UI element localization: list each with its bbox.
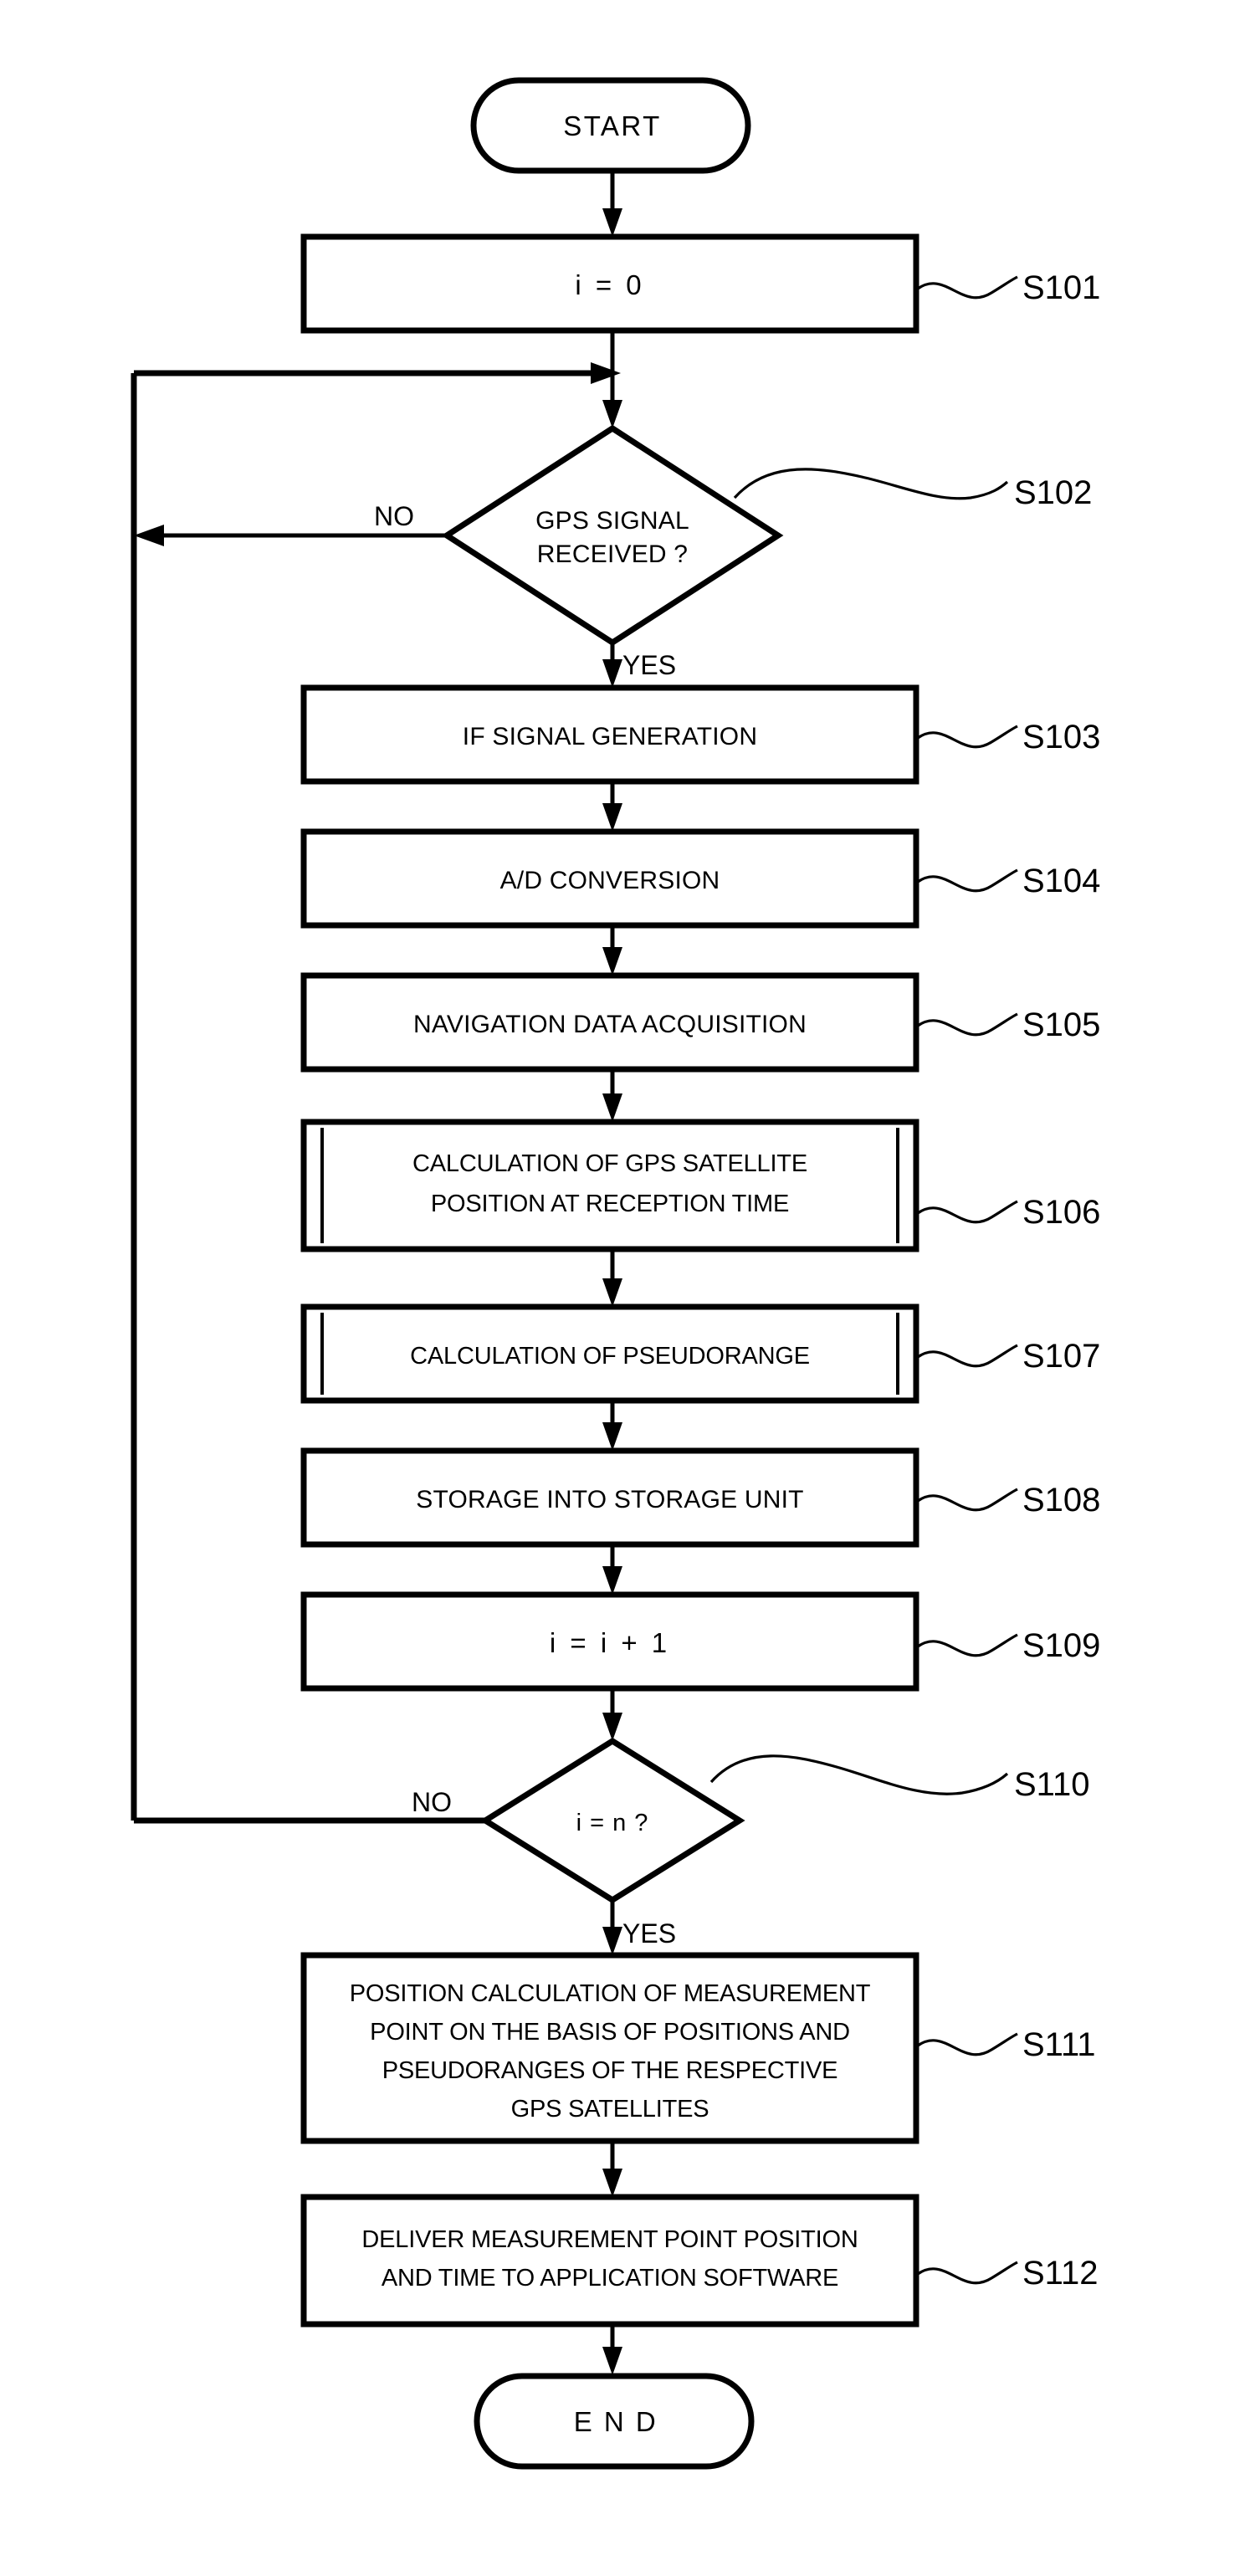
edge-s103-to-s104 bbox=[602, 781, 622, 832]
s104-step-label: S104 bbox=[1022, 863, 1100, 899]
edge-s108-to-s109 bbox=[602, 1544, 622, 1595]
s106-box-shape bbox=[300, 1119, 919, 1252]
flowchart-svg: START i = 0 S101 GPS SIGNAL RECEIVED ? S… bbox=[131, 77, 1100, 2470]
node-s103[interactable]: IF SIGNAL GENERATION bbox=[300, 684, 919, 785]
node-s109[interactable]: i = i + 1 bbox=[300, 1591, 919, 1692]
edge-s109-to-s110 bbox=[602, 1688, 622, 1741]
s111-step-label: S111 bbox=[1022, 2026, 1095, 2063]
leader-s106: S106 bbox=[917, 1194, 1100, 1231]
s111-label-line1: POSITION CALCULATION OF MEASUREMENT bbox=[350, 1980, 871, 2007]
s110-no-label: NO bbox=[412, 1787, 452, 1817]
node-s106[interactable]: CALCULATION OF GPS SATELLITE POSITION AT… bbox=[300, 1119, 919, 1252]
s111-label-line3: PSEUDORANGES OF THE RESPECTIVE bbox=[382, 2057, 838, 2084]
s112-box-shape bbox=[300, 2194, 919, 2328]
s107-step-label: S107 bbox=[1022, 1338, 1100, 1375]
s105-step-label: S105 bbox=[1022, 1006, 1100, 1043]
edge-s110-yes: YES bbox=[602, 1900, 676, 1955]
edge-s107-to-s108 bbox=[602, 1401, 622, 1451]
edge-s106-to-s107 bbox=[602, 1249, 622, 1307]
s110-yes-label: YES bbox=[622, 1918, 676, 1949]
s112-label-line2: AND TIME TO APPLICATION SOFTWARE bbox=[382, 2265, 838, 2292]
s102-label-line1: GPS SIGNAL bbox=[535, 507, 689, 535]
edge-start-to-s101 bbox=[602, 171, 622, 237]
edge-s102-yes: YES bbox=[602, 643, 676, 688]
node-end[interactable]: E N D bbox=[474, 2373, 755, 2470]
node-s110[interactable]: i = n ? bbox=[479, 1737, 745, 1904]
edge-s104-to-s105 bbox=[602, 925, 622, 976]
edge-s102-no: NO bbox=[134, 501, 447, 546]
s106-label-line1: CALCULATION OF GPS SATELLITE bbox=[412, 1150, 807, 1177]
s102-yes-label: YES bbox=[622, 650, 676, 680]
leader-s107: S107 bbox=[917, 1338, 1100, 1375]
s102-label-line2: RECEIVED ? bbox=[537, 540, 688, 568]
edge-s105-to-s106 bbox=[602, 1069, 622, 1122]
node-s112[interactable]: DELIVER MEASUREMENT POINT POSITION AND T… bbox=[300, 2194, 919, 2328]
node-s101[interactable]: i = 0 bbox=[300, 233, 919, 334]
node-start[interactable]: START bbox=[470, 77, 751, 174]
leader-s108: S108 bbox=[917, 1482, 1100, 1518]
leader-s102: S102 bbox=[733, 468, 1092, 511]
s103-step-label: S103 bbox=[1022, 719, 1100, 755]
s106-step-label: S106 bbox=[1022, 1194, 1100, 1231]
node-s104[interactable]: A/D CONVERSION bbox=[300, 828, 919, 929]
leader-s105: S105 bbox=[917, 1006, 1100, 1043]
start-terminal-label: START bbox=[563, 110, 662, 141]
node-s102[interactable]: GPS SIGNAL RECEIVED ? bbox=[441, 424, 784, 647]
s109-step-label: S109 bbox=[1022, 1627, 1100, 1664]
node-s105[interactable]: NAVIGATION DATA ACQUISITION bbox=[300, 972, 919, 1073]
s110-label: i = n ? bbox=[576, 1810, 649, 1836]
s102-step-label: S102 bbox=[1014, 474, 1092, 511]
node-s107[interactable]: CALCULATION OF PSEUDORANGE bbox=[300, 1303, 919, 1404]
s112-step-label: S112 bbox=[1022, 2255, 1098, 2292]
leader-s103: S103 bbox=[917, 719, 1100, 755]
s104-label: A/D CONVERSION bbox=[500, 867, 720, 894]
edge-s112-to-end bbox=[602, 2324, 622, 2375]
s102-no-arrowhead bbox=[134, 525, 164, 546]
s109-label: i = i + 1 bbox=[550, 1627, 670, 1658]
loop-return-arrowhead bbox=[591, 362, 621, 384]
leader-s109: S109 bbox=[917, 1627, 1100, 1664]
leader-s104: S104 bbox=[917, 863, 1100, 899]
leader-s112: S112 bbox=[917, 2255, 1098, 2292]
leader-s101: S101 bbox=[917, 269, 1100, 306]
s102-no-label: NO bbox=[374, 501, 414, 531]
edge-s110-no: NO bbox=[134, 1787, 485, 1824]
node-s108[interactable]: STORAGE INTO STORAGE UNIT bbox=[300, 1447, 919, 1548]
s101-step-label: S101 bbox=[1022, 269, 1100, 306]
s101-label: i = 0 bbox=[575, 269, 644, 300]
node-s111[interactable]: POSITION CALCULATION OF MEASUREMENT POIN… bbox=[300, 1952, 919, 2144]
s111-label-line2: POINT ON THE BASIS OF POSITIONS AND bbox=[370, 2019, 850, 2046]
edge-s101-to-s102 bbox=[602, 330, 622, 428]
s103-label: IF SIGNAL GENERATION bbox=[463, 723, 757, 750]
flowchart-canvas: START i = 0 S101 GPS SIGNAL RECEIVED ? S… bbox=[0, 0, 1260, 2576]
s108-step-label: S108 bbox=[1022, 1482, 1100, 1518]
leader-s110: S110 bbox=[709, 1754, 1089, 1803]
s110-step-label: S110 bbox=[1014, 1766, 1089, 1803]
s107-label: CALCULATION OF PSEUDORANGE bbox=[410, 1343, 810, 1370]
s105-label: NAVIGATION DATA ACQUISITION bbox=[413, 1011, 807, 1038]
leader-s111: S111 bbox=[917, 2026, 1095, 2063]
end-terminal-label: E N D bbox=[574, 2406, 658, 2437]
edge-s111-to-s112 bbox=[602, 2141, 622, 2197]
s108-label: STORAGE INTO STORAGE UNIT bbox=[416, 1486, 803, 1513]
s111-label-line4: GPS SATELLITES bbox=[511, 2096, 709, 2123]
s106-label-line2: POSITION AT RECEPTION TIME bbox=[431, 1191, 789, 1217]
s102-diamond-shape bbox=[441, 424, 784, 647]
s112-label-line1: DELIVER MEASUREMENT POINT POSITION bbox=[361, 2226, 858, 2253]
